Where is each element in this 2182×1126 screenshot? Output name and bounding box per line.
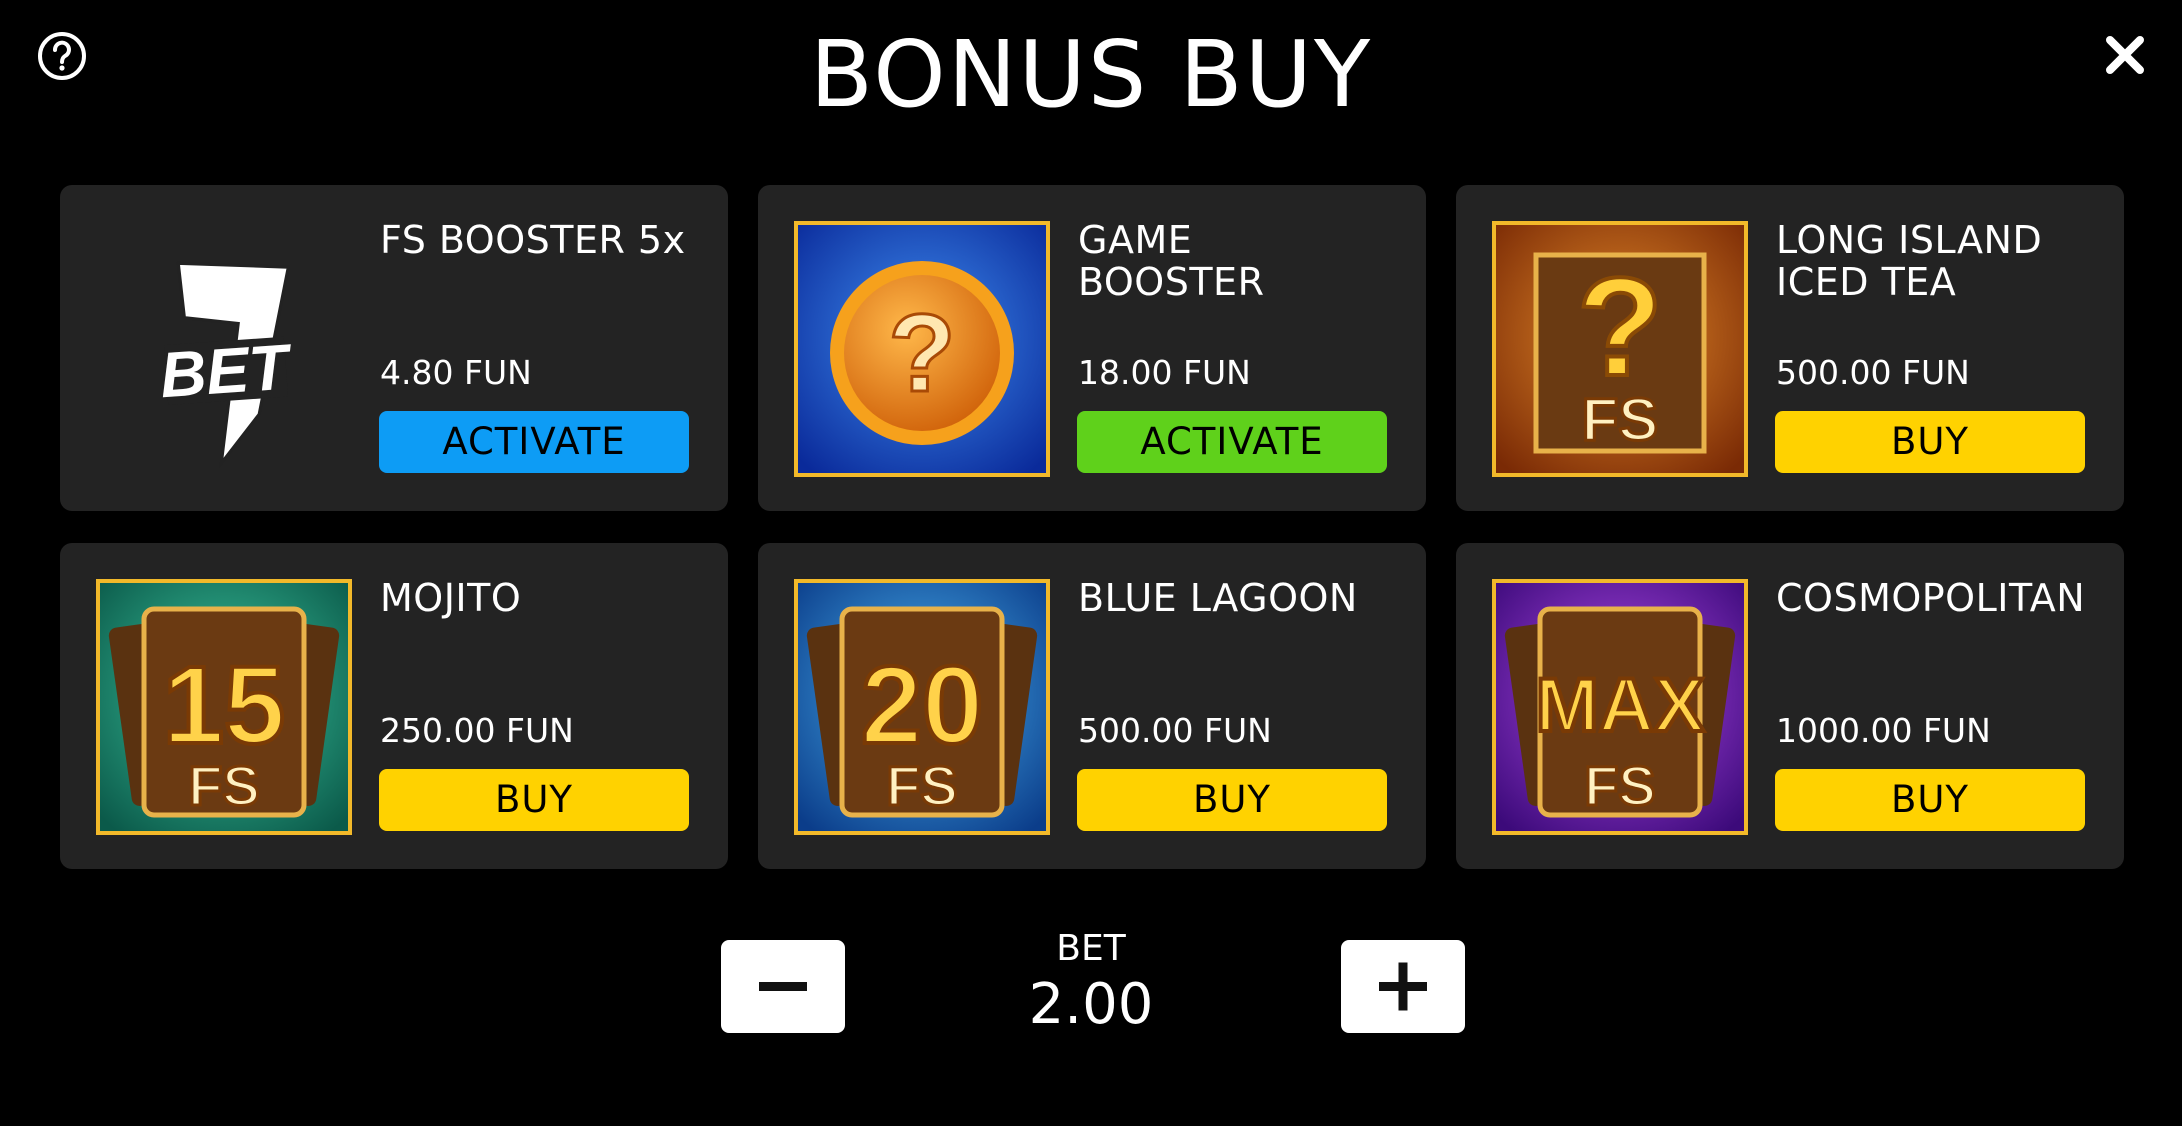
bonus-buy-screen: BONUS BUY BET FS BOOSTER 5x 4.80 FUN ACT… (0, 0, 2182, 1126)
bonus-name: FS BOOSTER 5x (380, 218, 686, 262)
bonus-name: GAME BOOSTER (1078, 218, 1265, 304)
bonus-card-long-island: ? FS LONG ISLAND ICED TEA 500.00 FUN BUY (1456, 185, 2124, 511)
bonus-price: 500.00 FUN (1776, 353, 1970, 392)
bonus-card-mojito: 15 FS MOJITO 250.00 FUN BUY (60, 543, 728, 869)
bonus-price: 4.80 FUN (380, 353, 532, 392)
bonus-card-blue-lagoon: 20 FS BLUE LAGOON 500.00 FUN BUY (758, 543, 1426, 869)
art-sub: FS (1584, 754, 1656, 817)
bonus-price: 18.00 FUN (1078, 353, 1251, 392)
buy-button[interactable]: BUY (379, 769, 689, 831)
bet-increase-button[interactable] (1341, 940, 1465, 1033)
bonus-name: COSMOPOLITAN (1776, 576, 2086, 620)
bonus-name: MOJITO (380, 576, 522, 620)
bonus-card-cosmopolitan: MAX FS COSMOPOLITAN 1000.00 FUN BUY (1456, 543, 2124, 869)
art-sub: FS (188, 754, 260, 817)
free-spins-15-icon: 15 FS (96, 579, 352, 835)
activate-button[interactable]: ACTIVATE (1077, 411, 1387, 473)
buy-button[interactable]: BUY (1775, 411, 2085, 473)
bonus-name: BLUE LAGOON (1078, 576, 1358, 620)
buy-button[interactable]: BUY (1775, 769, 2085, 831)
free-spins-max-icon: MAX FS (1492, 579, 1748, 835)
buy-button[interactable]: BUY (1077, 769, 1387, 831)
bonus-name: LONG ISLAND ICED TEA (1776, 218, 2043, 304)
bonus-price: 500.00 FUN (1078, 711, 1272, 750)
art-number: 15 (163, 644, 285, 767)
close-icon[interactable] (2100, 30, 2150, 80)
bet-decrease-button[interactable] (721, 940, 845, 1033)
free-spins-20-icon: 20 FS (794, 579, 1050, 835)
art-number: 20 (861, 644, 983, 767)
mystery-coin-icon: ? (794, 221, 1050, 477)
bet-value: 2.00 (1028, 972, 1154, 1037)
activate-button[interactable]: ACTIVATE (379, 411, 689, 473)
svg-text:BET: BET (158, 330, 296, 411)
bonus-card-fs-booster: BET FS BOOSTER 5x 4.80 FUN ACTIVATE (60, 185, 728, 511)
svg-text:?: ? (1577, 248, 1663, 405)
bonus-price: 1000.00 FUN (1776, 711, 1991, 750)
page-title: BONUS BUY (809, 21, 1373, 128)
art-sub: FS (886, 754, 958, 817)
svg-text:FS: FS (1582, 386, 1659, 453)
bonus-grid: BET FS BOOSTER 5x 4.80 FUN ACTIVATE ? GA… (60, 185, 2124, 869)
art-number: MAX (1536, 663, 1705, 748)
mystery-fs-icon: ? FS (1492, 221, 1748, 477)
bonus-price: 250.00 FUN (380, 711, 574, 750)
svg-text:?: ? (888, 292, 955, 415)
bet-label: BET (1056, 928, 1126, 969)
bonus-card-game-booster: ? GAME BOOSTER 18.00 FUN ACTIVATE (758, 185, 1426, 511)
7bet-logo-icon: BET (158, 261, 296, 469)
